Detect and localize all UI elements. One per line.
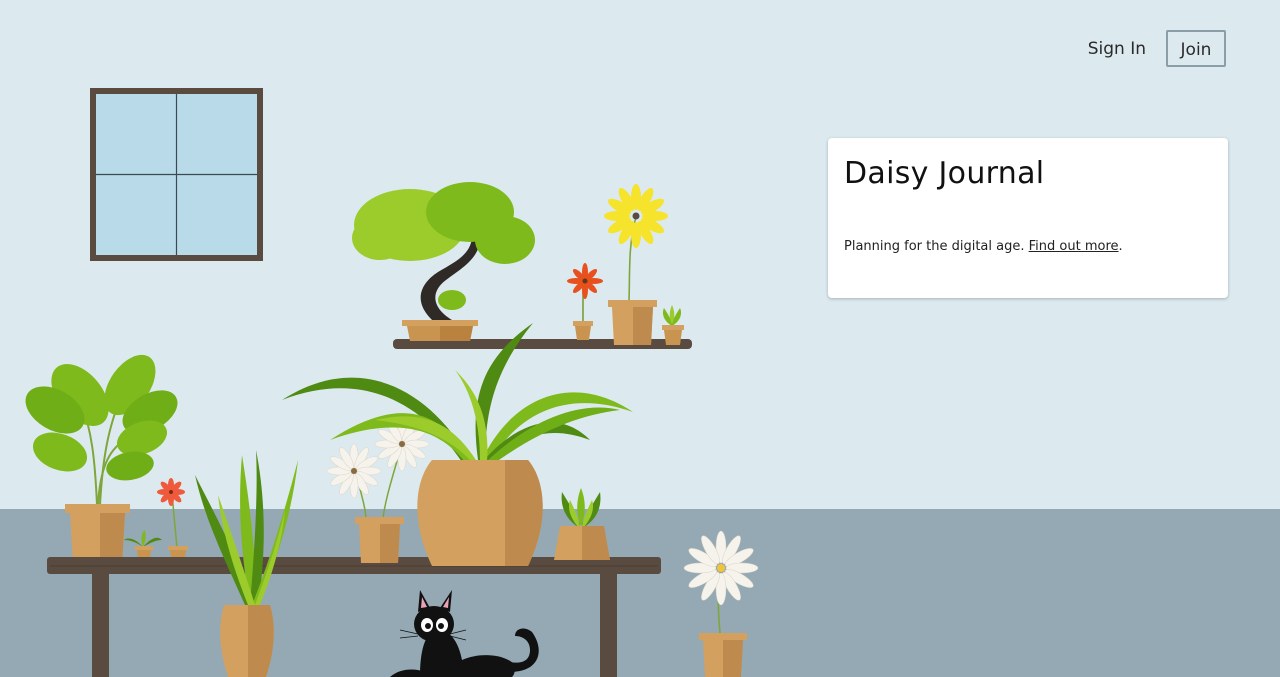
top-nav: Sign In Join: [1088, 30, 1226, 67]
intro-card: Daisy Journal Planning for the digital a…: [828, 138, 1228, 298]
window: [90, 88, 263, 261]
table: [47, 557, 661, 677]
page-title: Daisy Journal: [844, 156, 1045, 191]
tagline: Planning for the digital age. Find out m…: [844, 239, 1212, 254]
floor-daisy: [683, 530, 759, 677]
bonsai-tree: [352, 182, 535, 341]
leafy-plant-left: [25, 354, 178, 565]
sign-in-link[interactable]: Sign In: [1088, 39, 1146, 59]
app-root: Sign In Join Daisy Journal Planning for …: [0, 0, 1280, 677]
white-daisies: [326, 416, 430, 563]
red-daisy-small: [157, 478, 188, 565]
red-flower-small: [567, 263, 603, 340]
black-cat: [390, 590, 539, 677]
plant-room-illustration: [25, 88, 759, 677]
succulent-shelf: [662, 305, 684, 345]
succulent-table: [554, 488, 610, 560]
yellow-flower-pot: [604, 184, 668, 345]
join-button[interactable]: Join: [1166, 30, 1226, 67]
tagline-text: Planning for the digital age.: [844, 239, 1025, 254]
tagline-suffix: .: [1118, 239, 1123, 254]
find-out-more-link[interactable]: Find out more: [1029, 239, 1119, 254]
